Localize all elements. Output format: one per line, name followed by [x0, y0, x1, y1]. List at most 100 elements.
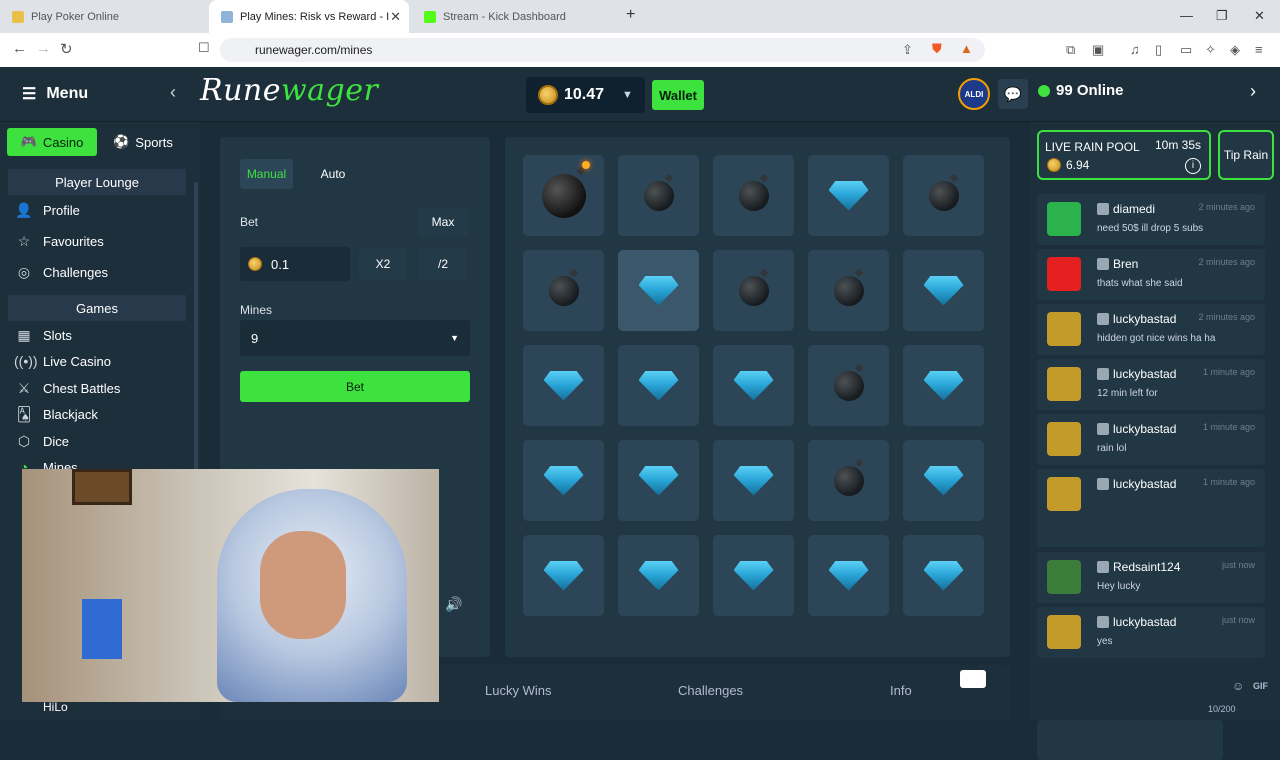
user-avatar[interactable]	[1047, 367, 1081, 401]
mine-tile[interactable]	[713, 535, 794, 616]
close-tab-icon[interactable]: ✕	[390, 9, 401, 25]
sidebar-item-challenges[interactable]: ◎ Challenges	[14, 264, 108, 281]
sports-tab[interactable]: ⚽ Sports	[103, 128, 183, 156]
mine-tile[interactable]	[903, 440, 984, 521]
chat-username[interactable]: luckybastad	[1097, 312, 1176, 326]
forward-icon[interactable]: →	[36, 40, 51, 57]
minimize-icon[interactable]: —	[1180, 8, 1193, 23]
maximize-icon[interactable]: ❐	[1216, 8, 1228, 24]
mine-tile[interactable]	[903, 535, 984, 616]
user-avatar[interactable]	[1047, 615, 1081, 649]
mine-tile[interactable]	[903, 155, 984, 236]
chat-input[interactable]	[1037, 720, 1223, 760]
sidebar-icon[interactable]: ▯	[1155, 42, 1162, 58]
bookmark-icon[interactable]: ☐	[198, 40, 210, 56]
mine-tile[interactable]	[903, 345, 984, 426]
mine-tile[interactable]	[523, 250, 604, 331]
bet-button[interactable]: Bet	[240, 371, 470, 402]
menu-button[interactable]: ☰ Menu	[22, 84, 88, 104]
mine-tile[interactable]	[808, 345, 889, 426]
chat-toggle-button[interactable]: 💬	[998, 79, 1028, 109]
close-window-icon[interactable]: ✕	[1254, 8, 1265, 24]
sidebar-item-live-casino[interactable]: ((•)) Live Casino	[14, 353, 111, 369]
mine-tile[interactable]	[523, 345, 604, 426]
media-icon[interactable]: ♫	[1130, 42, 1140, 57]
chat-bubble-icon[interactable]	[960, 670, 986, 688]
collapse-sidebar-icon[interactable]: ‹	[170, 82, 176, 103]
user-avatar[interactable]	[1047, 560, 1081, 594]
tab-lucky-wins[interactable]: Lucky Wins	[485, 683, 551, 698]
max-button[interactable]: Max	[418, 207, 468, 237]
sidebar-item-hilo[interactable]: HiLo	[43, 700, 68, 714]
avatar[interactable]: ALDI	[958, 78, 990, 110]
chat-username[interactable]: diamedi	[1097, 202, 1155, 216]
wallet-button[interactable]: Wallet	[652, 80, 704, 110]
reload-icon[interactable]: ↻	[60, 40, 73, 58]
speaker-icon[interactable]: 🔊	[445, 596, 462, 613]
user-avatar[interactable]	[1047, 312, 1081, 346]
mine-tile[interactable]	[713, 345, 794, 426]
collapse-chat-icon[interactable]: ›	[1250, 81, 1256, 102]
mine-tile[interactable]	[618, 250, 699, 331]
chat-username[interactable]: luckybastad	[1097, 422, 1176, 436]
mine-tile[interactable]	[523, 535, 604, 616]
mine-tile[interactable]	[808, 440, 889, 521]
tab-poker[interactable]: Play Poker Online	[0, 0, 205, 33]
chat-username[interactable]: luckybastad	[1097, 615, 1176, 629]
mine-tile[interactable]	[713, 250, 794, 331]
mine-tile[interactable]	[523, 440, 604, 521]
user-avatar[interactable]	[1047, 257, 1081, 291]
mine-tile[interactable]	[903, 250, 984, 331]
mine-tile[interactable]	[618, 345, 699, 426]
sidebar-item-profile[interactable]: 👤 Profile	[14, 202, 80, 219]
double-bet-button[interactable]: X2	[359, 247, 407, 281]
url-field[interactable]: runewager.com/mines	[220, 38, 985, 62]
mine-tile[interactable]	[523, 155, 604, 236]
chat-username[interactable]: luckybastad	[1097, 367, 1176, 381]
browser-menu-icon[interactable]: ≡	[1255, 42, 1263, 57]
tip-rain-button[interactable]: Tip Rain	[1218, 130, 1274, 180]
gif-button[interactable]: GIF	[1253, 681, 1268, 691]
mine-tile[interactable]	[713, 155, 794, 236]
leo-icon[interactable]: ✧	[1205, 42, 1216, 58]
back-icon[interactable]: ←	[12, 40, 27, 57]
sidebar-item-dice[interactable]: ⬡ Dice	[14, 433, 69, 450]
user-avatar[interactable]	[1047, 202, 1081, 236]
half-bet-button[interactable]: /2	[419, 247, 467, 281]
tab-mines[interactable]: Play Mines: Risk vs Reward - I ✕	[209, 0, 409, 33]
tab-challenges[interactable]: Challenges	[678, 683, 743, 698]
tab-kick[interactable]: Stream - Kick Dashboard	[412, 0, 612, 33]
wallet-icon[interactable]: ▭	[1180, 42, 1192, 58]
user-avatar[interactable]	[1047, 422, 1081, 456]
chat-username[interactable]: Bren	[1097, 257, 1138, 271]
mine-tile[interactable]	[808, 535, 889, 616]
mine-tile[interactable]	[713, 440, 794, 521]
manual-tab[interactable]: Manual	[240, 159, 293, 189]
user-avatar[interactable]	[1047, 477, 1081, 511]
balance-selector[interactable]: 10.47 ▼	[526, 77, 645, 113]
mine-tile[interactable]	[808, 155, 889, 236]
chat-username[interactable]: luckybastad	[1097, 477, 1176, 491]
sidebar-item-blackjack[interactable]: 🂡 Blackjack	[14, 406, 98, 423]
sidebar-item-slots[interactable]: ▦ Slots	[14, 327, 72, 344]
mine-tile[interactable]	[618, 155, 699, 236]
emoji-icon[interactable]: ☺	[1232, 679, 1244, 693]
info-icon[interactable]: i	[1185, 158, 1201, 174]
mines-select[interactable]: 9 ▼	[240, 320, 470, 356]
share-icon[interactable]: ⇪	[902, 42, 913, 58]
sidebar-item-favourites[interactable]: ☆ Favourites	[14, 233, 104, 250]
brave-shield-icon[interactable]: ⛊	[932, 41, 942, 57]
casino-tab[interactable]: 🎮 Casino	[7, 128, 97, 156]
reader-icon[interactable]: ▣	[1092, 42, 1104, 58]
auto-tab[interactable]: Auto	[308, 159, 358, 189]
vpn-icon[interactable]: ◈	[1230, 42, 1240, 58]
mine-tile[interactable]	[618, 535, 699, 616]
rewards-icon[interactable]: ▲	[960, 41, 973, 56]
new-tab-icon[interactable]: +	[626, 6, 635, 24]
extensions-icon[interactable]: ⧉	[1066, 42, 1075, 58]
runewager-logo[interactable]: Runewager	[200, 73, 378, 108]
mine-tile[interactable]	[618, 440, 699, 521]
tab-info[interactable]: Info	[890, 683, 912, 698]
chat-username[interactable]: Redsaint124	[1097, 560, 1180, 574]
sidebar-item-chest-battles[interactable]: ⚔ Chest Battles	[14, 380, 121, 397]
